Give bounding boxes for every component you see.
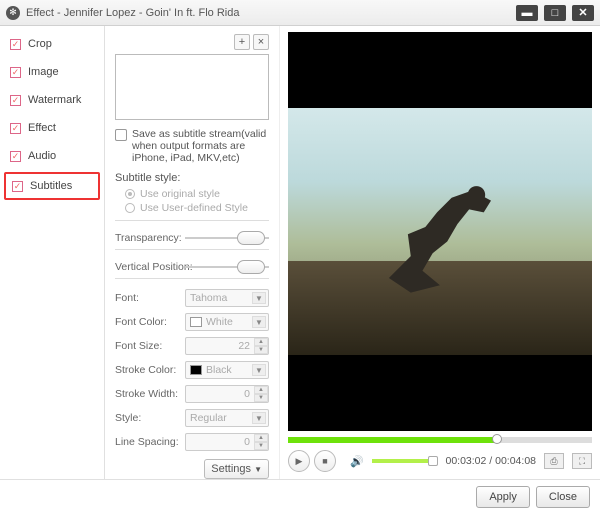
chevron-down-icon: ▼ [252, 412, 266, 424]
spin-up-icon[interactable]: ▲ [254, 434, 268, 442]
volume-slider[interactable] [372, 459, 436, 463]
spin-up-icon[interactable]: ▲ [254, 338, 268, 346]
progress-bar[interactable] [288, 437, 592, 443]
radio-userdefined[interactable]: Use User-defined Style [125, 202, 269, 214]
radio-icon [125, 189, 135, 199]
strokewidth-spin[interactable]: 0▲▼ [185, 385, 269, 403]
settings-panel: + × Save as subtitle stream(valid when o… [105, 26, 280, 479]
close-dialog-button[interactable]: Close [536, 486, 590, 508]
window-title: Effect - Jennifer Lopez - Goin' In ft. F… [26, 7, 239, 19]
play-button[interactable]: ▶ [288, 450, 310, 472]
checkbox-icon[interactable] [115, 129, 127, 141]
strokecolor-label: Stroke Color: [115, 364, 185, 376]
check-icon: ✓ [10, 39, 21, 50]
video-preview[interactable] [288, 32, 592, 431]
style-label: Subtitle style: [115, 172, 269, 184]
vposition-label: Vertical Position: [115, 261, 185, 273]
spin-down-icon[interactable]: ▼ [254, 394, 268, 402]
spin-down-icon[interactable]: ▼ [254, 346, 268, 354]
save-stream-label: Save as subtitle stream(valid when outpu… [132, 128, 269, 164]
strokecolor-combo[interactable]: Black▼ [185, 361, 269, 379]
progress-handle[interactable] [492, 434, 502, 444]
check-icon: ✓ [10, 95, 21, 106]
fontsize-spin[interactable]: 22▲▼ [185, 337, 269, 355]
body: ✓ Crop ✓ Image ✓ Watermark ✓ Effect ✓ Audio ✓… [0, 26, 600, 479]
sidebar: ✓ Crop ✓ Image ✓ Watermark ✓ Effect ✓ Audio ✓… [0, 26, 105, 479]
spin-down-icon[interactable]: ▼ [254, 442, 268, 450]
sidebar-item-label: Audio [28, 150, 56, 162]
sidebar-item-effect[interactable]: ✓ Effect [0, 114, 104, 142]
style-combo[interactable]: Regular▼ [185, 409, 269, 427]
player-controls: ▶ ■ 🔊 00:03:02 / 00:04:08 ⎙ ⛶ [288, 449, 592, 473]
vposition-slider[interactable] [185, 260, 269, 274]
fontcolor-combo[interactable]: White▼ [185, 313, 269, 331]
progress-fill [288, 437, 495, 443]
transparency-slider[interactable] [185, 231, 269, 245]
check-icon: ✓ [10, 151, 21, 162]
fontcolor-label: Font Color: [115, 316, 185, 328]
time-display: 00:03:02 / 00:04:08 [445, 455, 536, 467]
app-icon: ✻ [6, 6, 20, 20]
check-icon: ✓ [10, 67, 21, 78]
list-toolbar: + × [115, 34, 269, 50]
color-swatch [190, 317, 202, 327]
font-combo[interactable]: Tahoma▼ [185, 289, 269, 307]
fullscreen-button[interactable]: ⛶ [572, 453, 592, 469]
video-frame [288, 108, 592, 355]
sidebar-item-label: Subtitles [30, 180, 72, 192]
sidebar-item-label: Image [28, 66, 59, 78]
remove-button[interactable]: × [253, 34, 269, 50]
minimize-button[interactable]: ▬ [516, 5, 538, 21]
save-stream-row[interactable]: Save as subtitle stream(valid when outpu… [115, 128, 269, 164]
sidebar-item-crop[interactable]: ✓ Crop [0, 30, 104, 58]
dancer-figure [367, 128, 513, 326]
sidebar-item-audio[interactable]: ✓ Audio [0, 142, 104, 170]
window-controls: ▬ □ ✕ [516, 5, 594, 21]
titlebar: ✻ Effect - Jennifer Lopez - Goin' In ft.… [0, 0, 600, 26]
linespacing-spin[interactable]: 0▲▼ [185, 433, 269, 451]
chevron-down-icon: ▼ [252, 292, 266, 304]
radio-original[interactable]: Use original style [125, 188, 269, 200]
color-swatch [190, 365, 202, 375]
close-button[interactable]: ✕ [572, 5, 594, 21]
sidebar-item-image[interactable]: ✓ Image [0, 58, 104, 86]
subtitle-list[interactable] [115, 54, 269, 120]
footer: Apply Close [0, 479, 600, 513]
maximize-button[interactable]: □ [544, 5, 566, 21]
linespacing-label: Line Spacing: [115, 436, 185, 448]
volume-icon[interactable]: 🔊 [350, 455, 364, 468]
sidebar-item-label: Effect [28, 122, 56, 134]
check-icon: ✓ [10, 123, 21, 134]
preview-panel: ▶ ■ 🔊 00:03:02 / 00:04:08 ⎙ ⛶ [280, 26, 600, 479]
radio-icon [125, 203, 135, 213]
style-radio-group: Use original style Use User-defined Styl… [125, 188, 269, 216]
spin-up-icon[interactable]: ▲ [254, 386, 268, 394]
settings-button[interactable]: Settings ▼ [204, 459, 269, 479]
fontsize-label: Font Size: [115, 340, 185, 352]
chevron-down-icon: ▼ [252, 316, 266, 328]
sidebar-item-label: Watermark [28, 94, 81, 106]
stop-button[interactable]: ■ [314, 450, 336, 472]
add-button[interactable]: + [234, 34, 250, 50]
transparency-label: Transparency: [115, 232, 185, 244]
sidebar-item-label: Crop [28, 38, 52, 50]
window: ✻ Effect - Jennifer Lopez - Goin' In ft.… [0, 0, 600, 513]
style-label2: Style: [115, 412, 185, 424]
sidebar-item-watermark[interactable]: ✓ Watermark [0, 86, 104, 114]
chevron-down-icon: ▼ [254, 465, 262, 474]
strokewidth-label: Stroke Width: [115, 388, 185, 400]
font-label: Font: [115, 292, 185, 304]
snapshot-button[interactable]: ⎙ [544, 453, 564, 469]
chevron-down-icon: ▼ [252, 364, 266, 376]
apply-button[interactable]: Apply [476, 486, 530, 508]
check-icon: ✓ [12, 181, 23, 192]
sidebar-item-subtitles[interactable]: ✓ Subtitles [4, 172, 100, 200]
